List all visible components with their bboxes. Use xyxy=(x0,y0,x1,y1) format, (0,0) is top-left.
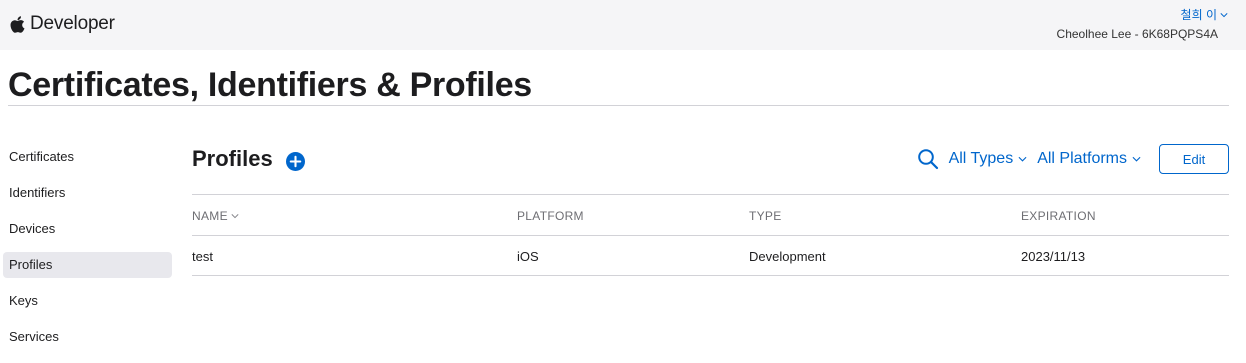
type-filter-label: All Types xyxy=(948,150,1014,167)
edit-button[interactable]: Edit xyxy=(1159,144,1229,174)
page-title: Certificates, Identifiers & Profiles xyxy=(8,66,532,104)
type-filter-dropdown[interactable]: All Types xyxy=(949,150,1028,168)
cell-type: Development xyxy=(749,249,826,264)
sidebar-item-keys[interactable]: Keys xyxy=(3,288,172,314)
sidebar-item-profiles[interactable]: Profiles xyxy=(3,252,172,278)
divider xyxy=(8,105,1229,106)
sidebar-item-services[interactable]: Services xyxy=(3,324,172,350)
search-icon[interactable] xyxy=(917,148,939,170)
account-name: 철희 이 xyxy=(1180,8,1217,22)
chevron-down-icon xyxy=(231,214,239,219)
global-header: Developer 철희 이 Cheolhee Lee - 6K68PQPS4A xyxy=(0,0,1246,50)
column-header-platform[interactable]: PLATFORM xyxy=(517,209,584,223)
chevron-down-icon xyxy=(1018,156,1027,162)
platform-filter-dropdown[interactable]: All Platforms xyxy=(1037,150,1141,168)
add-profile-button[interactable] xyxy=(286,152,305,171)
chevron-down-icon xyxy=(1132,156,1141,162)
sidebar-item-identifiers[interactable]: Identifiers xyxy=(3,180,172,206)
column-header-label: NAME xyxy=(192,209,228,223)
cell-platform: iOS xyxy=(517,249,539,264)
cell-expiration: 2023/11/13 xyxy=(1021,249,1086,264)
cell-name: test xyxy=(192,249,213,264)
section-title: Profiles xyxy=(192,146,273,171)
sidebar-item-certificates[interactable]: Certificates xyxy=(3,144,172,170)
sidebar-item-devices[interactable]: Devices xyxy=(3,216,172,242)
toolbar: All Types All Platforms Edit xyxy=(917,144,1229,174)
developer-home-link[interactable]: Developer xyxy=(10,13,115,35)
brand-text: Developer xyxy=(30,13,115,34)
table-row[interactable]: test iOS Development 2023/11/13 xyxy=(192,236,1229,276)
team-label: Cheolhee Lee - 6K68PQPS4A xyxy=(1056,27,1218,41)
account-menu[interactable]: 철희 이 xyxy=(1181,6,1228,23)
column-header-expiration[interactable]: EXPIRATION xyxy=(1021,209,1096,223)
sidebar-nav: Certificates Identifiers Devices Profile… xyxy=(3,144,172,360)
column-header-name[interactable]: NAME xyxy=(192,209,239,223)
platform-filter-label: All Platforms xyxy=(1037,150,1127,167)
apple-logo-icon xyxy=(10,15,25,33)
divider xyxy=(192,194,1229,195)
column-header-type[interactable]: TYPE xyxy=(749,209,782,223)
chevron-down-icon xyxy=(1220,12,1228,17)
